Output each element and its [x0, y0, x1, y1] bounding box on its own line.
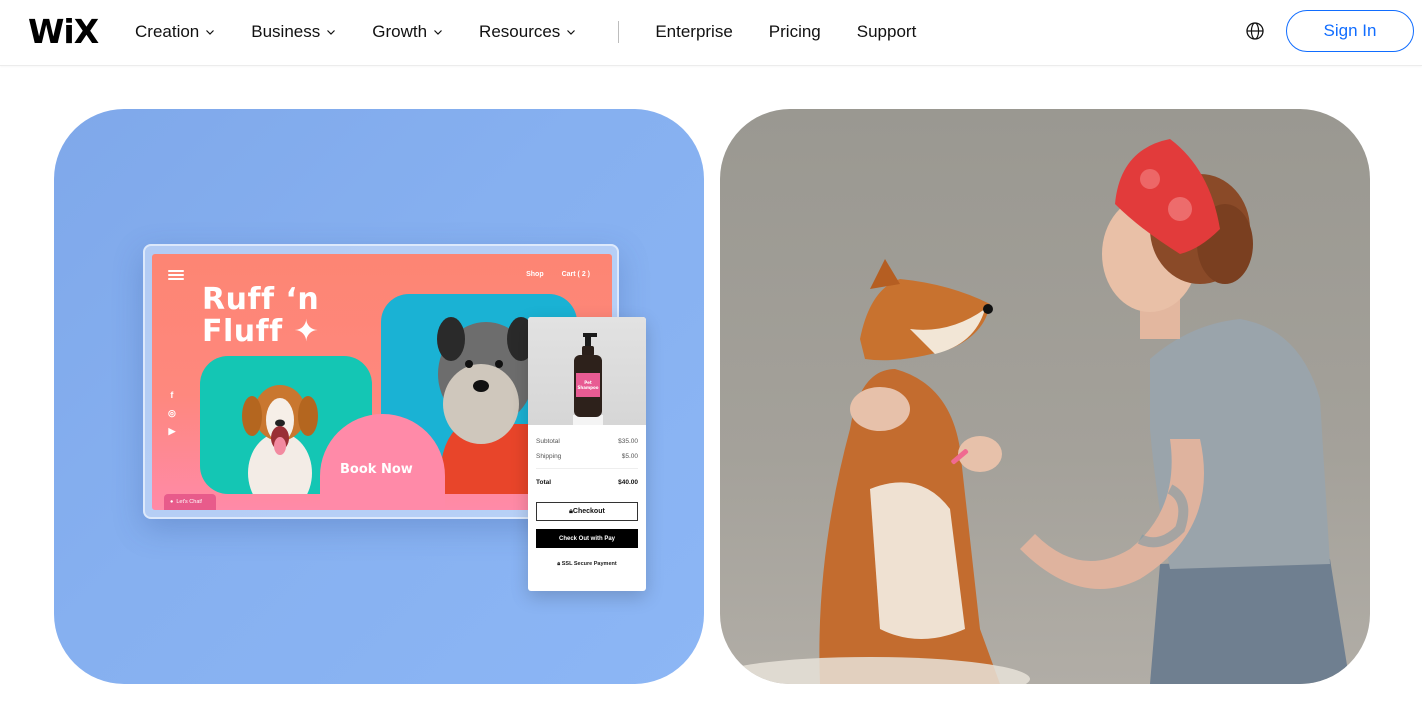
chat-bubble-icon: ● — [170, 499, 174, 505]
nav-business[interactable]: Business — [251, 22, 336, 42]
shipping-label: Shipping — [536, 453, 562, 460]
nav-divider — [618, 21, 620, 43]
total-label: Total — [536, 479, 552, 486]
site-title-line2: Fluff ✦ — [202, 314, 320, 349]
wix-logo[interactable]: WiX — [28, 14, 100, 48]
lets-chat-label: Let's Chat! — [176, 499, 203, 505]
chevron-down-icon — [327, 30, 336, 35]
nav-enterprise-label: Enterprise — [655, 22, 733, 41]
nav-resources-label: Resources — [479, 22, 561, 41]
nav-support-label: Support — [856, 22, 917, 41]
svg-text:Shampoo: Shampoo — [578, 385, 599, 390]
nav-support[interactable]: Support — [857, 22, 917, 42]
site-link-cart: Cart ( 2 ) — [561, 271, 590, 278]
shampoo-bottle-image: Pet Shampoo — [573, 333, 603, 425]
instagram-icon: ◎ — [168, 408, 176, 418]
chevron-down-icon — [206, 30, 215, 35]
site-title: Ruff ‘n Fluff ✦ — [202, 284, 319, 348]
main-nav: Creation Business Growth Resources Enter… — [135, 0, 952, 64]
checkout-button-label: Checkout — [572, 508, 605, 515]
checkout-button: 🔒︎ Checkout — [536, 502, 638, 521]
youtube-icon: ▶ — [168, 426, 176, 436]
site-nav-links: Shop Cart ( 2 ) — [526, 271, 590, 278]
checkout-widget: Pet Shampoo Subtotal $35.00 Shipping $5.… — [528, 317, 646, 591]
ssl-secure-payment: 🔒︎ SSL Secure Payment — [528, 561, 646, 568]
chevron-down-icon — [434, 30, 442, 35]
site-title-line1: Ruff ‘n — [202, 282, 320, 317]
subtotal-value: $35.00 — [618, 438, 638, 445]
checkout-divider — [536, 468, 638, 469]
nav-creation-label: Creation — [135, 22, 200, 41]
nav-growth-label: Growth — [372, 22, 428, 41]
sign-in-button[interactable]: Sign In — [1286, 10, 1414, 52]
hamburger-menu-icon — [168, 270, 184, 280]
nav-enterprise[interactable]: Enterprise — [655, 22, 732, 42]
nav-pricing[interactable]: Pricing — [769, 22, 821, 42]
beagle-puppy-image — [242, 385, 318, 494]
apple-pay-button: Check Out with Pay — [536, 529, 638, 548]
subtotal-row: Subtotal $35.00 — [528, 438, 646, 445]
svg-text:WiX: WiX — [28, 14, 99, 48]
store-mockup-card: Shop Cart ( 2 ) Ruff ‘n Fluff ✦ f ◎ ▶ Bo… — [54, 109, 704, 684]
nav-pricing-label: Pricing — [768, 22, 821, 41]
total-value: $40.00 — [618, 479, 638, 486]
subtotal-label: Subtotal — [536, 438, 560, 445]
photo-pants — [1150, 559, 1350, 684]
nav-business-label: Business — [251, 22, 321, 41]
nav-resources[interactable]: Resources — [479, 22, 576, 42]
shipping-value: $5.00 — [621, 453, 638, 460]
social-icons: f ◎ ▶ — [168, 390, 176, 437]
photo-hand-left — [850, 387, 910, 431]
globe-icon[interactable] — [1245, 21, 1265, 41]
facebook-icon: f — [170, 390, 174, 400]
book-now-button: Book Now — [340, 462, 413, 477]
ssl-secure-label: SSL Secure Payment — [561, 561, 617, 567]
top-navigation-bar: WiX Creation Business Growth Resources E… — [0, 0, 1422, 66]
chevron-down-icon — [567, 30, 576, 35]
dog-grooming-photo — [720, 139, 1350, 684]
nav-creation[interactable]: Creation — [135, 22, 215, 42]
shipping-row: Shipping $5.00 — [528, 453, 646, 460]
nav-growth[interactable]: Growth — [372, 22, 443, 42]
dog-grooming-photo-card — [720, 109, 1370, 684]
lets-chat-button: ● Let's Chat! — [164, 494, 216, 510]
site-link-shop: Shop — [526, 271, 544, 278]
product-image: Pet Shampoo — [528, 317, 646, 425]
total-row: Total $40.00 — [528, 479, 646, 486]
